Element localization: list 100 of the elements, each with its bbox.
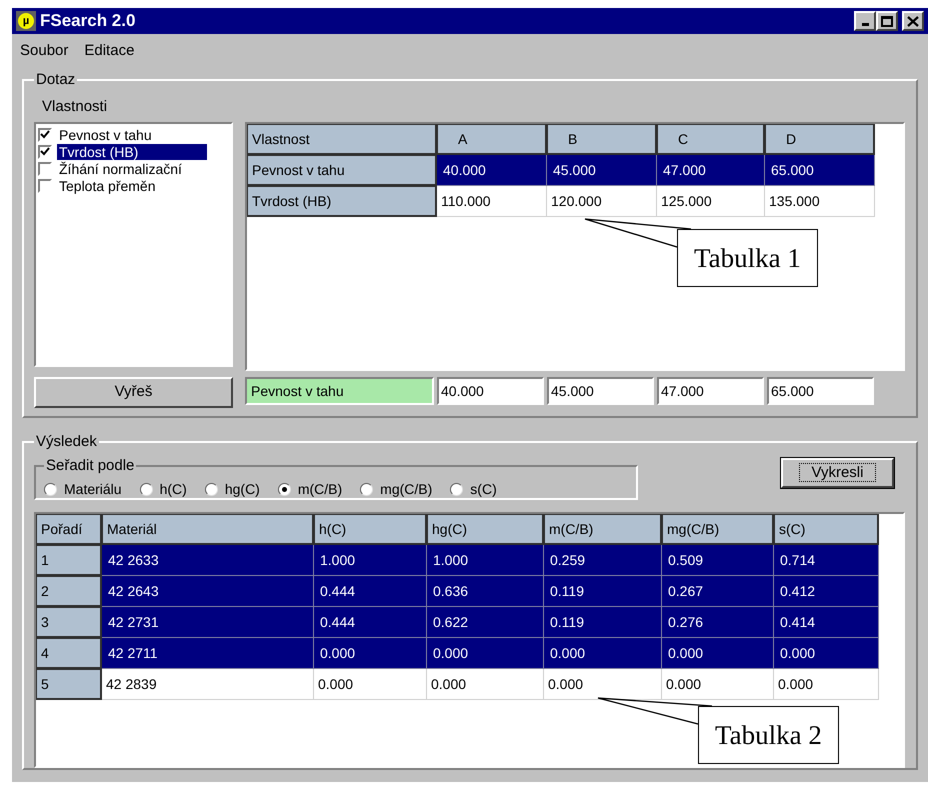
table-cell: 120.000: [547, 186, 657, 217]
radio-button[interactable]: [360, 482, 374, 496]
maximize-icon: [881, 16, 893, 26]
table-cell: 0.259: [544, 545, 662, 576]
table-cell: 42 2633: [102, 545, 314, 576]
table-cell: 0.412: [774, 576, 879, 607]
radio-button[interactable]: [140, 482, 153, 496]
table-cell: 125.000: [657, 186, 765, 217]
filter-label: Pevnost v tahu: [245, 377, 434, 405]
maximize-button[interactable]: [876, 11, 898, 31]
table-cell: 0.444: [314, 607, 427, 638]
row-header: 1: [36, 545, 102, 576]
radio-label[interactable]: Materiálu: [64, 478, 122, 500]
table-cell: 65.000: [765, 155, 875, 186]
row-header: 4: [36, 638, 102, 669]
table-cell: 42 2839: [102, 669, 314, 700]
section-label: Vlastnosti: [42, 97, 108, 117]
menu-item[interactable]: Editace: [84, 40, 134, 62]
group-title: Dotaz: [36, 71, 76, 88]
table-cell: 0.509: [662, 545, 774, 576]
column-header: Vlastnost: [247, 124, 437, 155]
column-header: hg(C): [427, 514, 544, 545]
column-header: mg(C/B): [662, 514, 774, 545]
table-cell: 0.000: [774, 638, 879, 669]
table-cell: 0.000: [427, 669, 544, 700]
table-cell: 0.444: [314, 576, 427, 607]
column-header: Pořadí: [36, 514, 102, 545]
table-cell: 0.119: [544, 607, 662, 638]
draw-button[interactable]: Vykresli: [781, 458, 894, 488]
table-cell: 110.000: [437, 186, 547, 217]
table-cell: 0.414: [774, 607, 879, 638]
value-field[interactable]: 47.000: [657, 377, 764, 405]
table-row[interactable]: 2 42 2643 0.444 0.636 0.119 0.267 0.412: [36, 576, 903, 607]
table-cell: 0.000: [544, 638, 662, 669]
column-header: B: [547, 124, 657, 155]
column-header: C: [657, 124, 765, 155]
app-icon: µ: [16, 11, 36, 31]
table-row[interactable]: Tvrdost (HB) 110.000 120.000 125.000 135.000: [247, 186, 903, 217]
table-cell: 0.119: [544, 576, 662, 607]
table-cell: 42 2711: [102, 638, 314, 669]
radio-label[interactable]: s(C): [470, 478, 497, 500]
menu-item[interactable]: Soubor: [20, 40, 68, 62]
property-item[interactable]: Žíhání normalizační: [36, 160, 231, 177]
radio-label[interactable]: h(C): [160, 478, 187, 500]
table-cell: 1.000: [314, 545, 427, 576]
radio-button[interactable]: [204, 482, 218, 496]
table-cell: 0.000: [544, 669, 662, 700]
row-header: 2: [36, 576, 102, 607]
column-header: D: [765, 124, 875, 155]
value-field[interactable]: 45.000: [547, 377, 654, 405]
radio-label[interactable]: m(C/B): [298, 478, 342, 500]
row-header: 5: [36, 669, 102, 700]
row-header: Tvrdost (HB): [247, 186, 437, 217]
table-cell: 0.276: [662, 607, 774, 638]
value-field[interactable]: 65.000: [767, 377, 874, 405]
window-title: FSearch 2.0: [40, 10, 136, 32]
cut-button[interactable]: Vyřeš: [34, 377, 233, 408]
table-cell: 42 2731: [102, 607, 314, 638]
table-cell: 40.000: [437, 155, 547, 186]
radio-label[interactable]: hg(C): [224, 478, 260, 500]
radio-button[interactable]: [450, 482, 464, 496]
row-header: Pevnost v tahu: [247, 155, 437, 186]
radio-button[interactable]: [44, 482, 57, 496]
group-title: Seřadit podle: [46, 457, 134, 474]
table-row[interactable]: 5 42 2839 0.000 0.000 0.000 0.000 0.000: [36, 669, 903, 700]
table-cell: 0.000: [662, 669, 774, 700]
callout-label: Tabulka 1: [677, 229, 818, 287]
radio-button[interactable]: [278, 482, 291, 496]
table-cell: 0.000: [662, 638, 774, 669]
close-button[interactable]: [902, 11, 924, 31]
table-cell: 135.000: [765, 186, 875, 217]
property-item[interactable]: Pevnost v tahu: [36, 126, 231, 143]
minimize-icon: [862, 23, 868, 26]
row-header: 3: [36, 607, 102, 638]
column-header: h(C): [314, 514, 427, 545]
table-cell: 1.000: [427, 545, 544, 576]
column-header: A: [437, 124, 547, 155]
minimize-button[interactable]: [854, 11, 876, 31]
table-cell: 0.622: [427, 607, 544, 638]
table-row[interactable]: Pevnost v tahu 40.000 45.000 47.000 65.000: [247, 155, 903, 186]
close-icon: [907, 16, 919, 26]
table-cell: 0.714: [774, 545, 879, 576]
group-title: Výsledek: [36, 433, 97, 450]
table-cell: 0.000: [314, 669, 427, 700]
table-row[interactable]: 1 42 2633 1.000 1.000 0.259 0.509 0.714: [36, 545, 903, 576]
table-cell: 0.000: [427, 638, 544, 669]
table-row[interactable]: 4 42 2711 0.000 0.000 0.000 0.000 0.000: [36, 638, 903, 669]
table-cell: 45.000: [547, 155, 657, 186]
column-header: s(C): [774, 514, 879, 545]
radio-label[interactable]: mg(C/B): [380, 478, 432, 500]
value-field[interactable]: 40.000: [437, 377, 544, 405]
column-header: m(C/B): [544, 514, 662, 545]
table-cell: 0.000: [774, 669, 879, 700]
column-header: Materiál: [102, 514, 314, 545]
table-row[interactable]: 3 42 2731 0.444 0.622 0.119 0.276 0.414: [36, 607, 903, 638]
property-item[interactable]: Teplota přeměn: [36, 177, 231, 194]
callout-label: Tabulka 2: [698, 706, 839, 764]
table-cell: 47.000: [657, 155, 765, 186]
table-cell: 0.636: [427, 576, 544, 607]
table-cell: 0.267: [662, 576, 774, 607]
